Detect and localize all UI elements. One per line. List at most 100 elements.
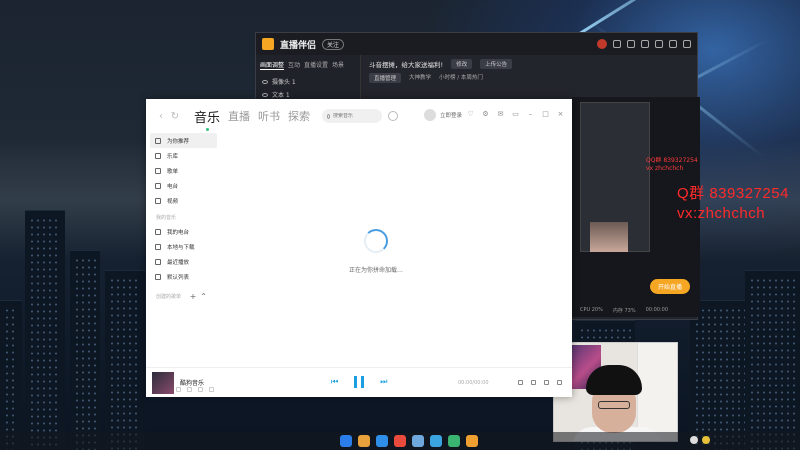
loading-text: 正在为你拼命加载… [348,267,403,274]
minimize-icon[interactable] [655,40,663,48]
preview-webcam [590,222,628,252]
close-icon[interactable]: × [557,111,564,118]
tab-live[interactable]: 直播 [228,108,250,124]
voice-search-icon[interactable] [388,111,399,121]
sidebar-item-my-radio[interactable]: 我的电台 [150,224,217,239]
edit-button[interactable]: 修改 [451,59,473,69]
tab-scene[interactable]: 场景 [332,60,344,70]
tab-screen[interactable]: 画面调整 [260,60,285,70]
maximize-icon[interactable] [669,40,677,48]
app-icon[interactable] [466,435,478,447]
visibility-icon[interactable] [262,79,268,84]
download-icon [155,243,161,250]
login-label[interactable]: 立即登录 [440,111,462,119]
tray-icon[interactable] [702,436,710,444]
more-icon[interactable] [209,387,214,392]
music-app-icon[interactable] [430,435,442,447]
loading-indicator: 正在为你拼命加载… [326,229,426,274]
visibility-icon[interactable] [262,92,268,97]
sidebar-item-playlists[interactable]: 歌单 [150,163,217,178]
app-icon[interactable] [412,435,424,447]
wechat-text: vx:zhchchch [677,205,766,222]
my-music-header: 我的音乐 [156,215,177,221]
follow-badge[interactable]: 关注 [322,38,345,50]
refresh-icon[interactable]: ↻ [168,111,182,122]
mail-icon[interactable]: ✉ [497,111,504,118]
avatar[interactable] [424,109,436,121]
search-icon [327,113,331,119]
player-extra-controls [518,380,562,385]
mail-icon[interactable] [613,40,621,48]
sidebar-item-local[interactable]: 本地与下载 [150,239,217,254]
manage-button[interactable]: 直播管理 [369,73,402,83]
tab-settings[interactable]: 直播设置 [304,60,328,70]
skin-icon[interactable]: ♡ [467,111,474,118]
spinner-icon [364,229,388,253]
next-icon[interactable]: ⏭ [380,377,387,387]
comment-icon[interactable] [198,387,203,392]
user-avatar[interactable] [597,39,607,49]
maximize-icon[interactable]: □ [542,111,549,118]
sidebar-item-video[interactable]: 视频 [150,193,217,208]
music-app-window[interactable]: ‹ ↻ 音乐 直播 听书 探索 立即登录 ♡ ⚙ ✉ ▭ – □ × 为你推荐 [146,99,572,397]
minimize-icon[interactable]: – [527,111,534,118]
playback-time: 00:00/00:00 [458,380,489,386]
like-icon[interactable] [176,387,181,392]
tab-explore[interactable]: 探索 [288,108,310,124]
source-item[interactable]: 摄像头 1 [256,75,360,88]
song-actions [176,387,214,392]
sidebar-item-recent[interactable]: 最近播放 [150,254,217,269]
album-cover[interactable] [152,371,174,394]
login-area[interactable]: 立即登录 [424,109,462,121]
recommend-icon [155,137,161,144]
source-label: 摄像头 1 [272,79,296,86]
playlist-icon [155,167,161,174]
room-sub-info: 直播管理 大神教学 小时榜 / 本周热门 [361,73,697,83]
sidebar-item-radio[interactable]: 电台 [150,178,217,193]
system-tray [690,436,710,444]
app-icon[interactable] [358,435,370,447]
playback-controls: ⏮ ⏭ [331,376,387,388]
settings-icon[interactable]: ⚙ [482,111,489,118]
volume-icon[interactable] [518,380,523,385]
playlist-tools[interactable]: +⌃ [190,292,211,301]
app-icon[interactable] [448,435,460,447]
previous-icon[interactable]: ⏮ [331,377,338,387]
pause-icon[interactable] [354,376,365,388]
history-icon [155,258,161,265]
stream-stats: CPU 20% 内存 73% 00:00:00 [580,307,669,314]
tutorial-link[interactable]: 大神教学 [409,73,431,83]
sidebar-item-library[interactable]: 乐库 [150,148,217,163]
window-controls: ♡ ⚙ ✉ ▭ – □ × [467,111,564,118]
queue-icon[interactable] [557,380,562,385]
gift-icon[interactable] [627,40,635,48]
app-icon[interactable] [376,435,388,447]
library-icon [155,152,161,159]
lyrics-icon[interactable] [544,380,549,385]
close-icon[interactable] [683,40,691,48]
tab-music[interactable]: 音乐 [194,107,220,131]
search-input[interactable] [333,113,378,119]
upload-notice-button[interactable]: 上传公告 [480,59,513,69]
music-topbar: ‹ ↻ 音乐 直播 听书 探索 立即登录 ♡ ⚙ ✉ ▭ – □ × [146,99,572,133]
shuffle-icon[interactable] [531,380,536,385]
sidebar-item-recommend[interactable]: 为你推荐 [150,133,217,148]
tab-audiobook[interactable]: 听书 [258,108,280,124]
back-arrow-icon[interactable]: ‹ [154,111,168,122]
stream-title-controls [597,39,691,49]
start-stream-button[interactable]: 开始直播 [649,279,690,294]
sidebar-item-default-list[interactable]: 默认列表 [150,269,217,284]
stream-titlebar: 直播伴侣 关注 [256,33,697,55]
stream-app-title: 直播伴侣 [280,40,317,51]
app-icon[interactable] [394,435,406,447]
settings-icon[interactable] [641,40,649,48]
download-icon[interactable] [187,387,192,392]
tab-interact[interactable]: 互动 [288,60,300,70]
video-icon [155,197,161,204]
player-bar: 酷狗音乐 ⏮ ⏭ 00:00/00:00 [146,367,572,397]
taskbar [0,432,800,450]
mini-mode-icon[interactable]: ▭ [512,111,519,118]
tray-icon[interactable] [690,436,698,444]
start-icon[interactable] [340,435,352,447]
search-box[interactable] [322,109,383,123]
